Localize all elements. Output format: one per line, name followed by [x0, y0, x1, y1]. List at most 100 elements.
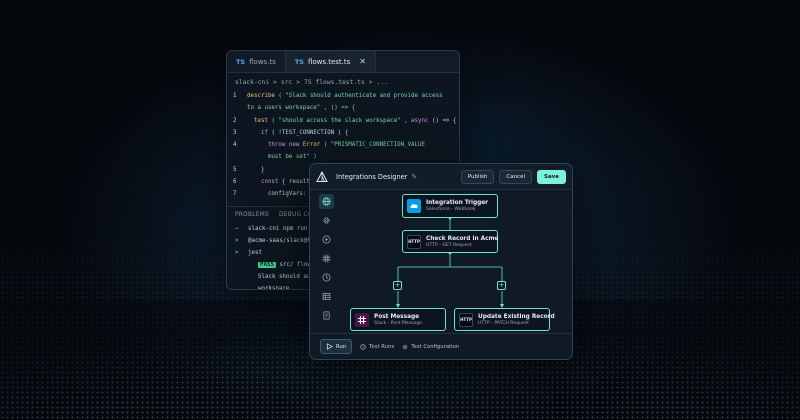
code-token: configVars: {	[247, 191, 314, 198]
node-title: Check Record in Acme	[426, 235, 499, 242]
node-post-message[interactable]: Post Message Slack - Post Message	[350, 308, 446, 331]
breadcrumb: slack-cni > src > TS flows.test.ts > ...	[227, 73, 459, 90]
save-button[interactable]: Save	[537, 169, 566, 184]
integrations-designer-window: Integrations Designer ✎ Publish Cancel S…	[309, 163, 573, 360]
tab-flows-test-ts[interactable]: TS flows.test.ts ✕	[284, 51, 376, 72]
salesforce-icon	[407, 199, 421, 213]
code-token: ( !TEST_CONNECTION ) {	[267, 129, 349, 136]
http-icon: HTTP	[459, 312, 473, 327]
cancel-button[interactable]: Cancel	[499, 169, 532, 184]
http-icon: HTTP	[407, 234, 421, 249]
editor-tabs: TS flows.ts TS flows.test.ts ✕	[227, 51, 459, 73]
code-token: ( "should access the slack workspace" ,	[267, 117, 412, 124]
prompt-arrow-icon	[235, 283, 243, 289]
node-title: Integration Trigger	[426, 200, 489, 206]
code-token: to a users workspace" , () => {	[247, 105, 356, 112]
code-token: () => {	[428, 117, 457, 124]
gear-icon[interactable]	[319, 213, 334, 228]
test-runs-label: Test Runs	[369, 343, 395, 350]
node-subtitle: Salesforce - Webhook	[426, 207, 476, 212]
pencil-icon[interactable]: ✎	[411, 173, 417, 181]
tab-label: flows.ts	[249, 57, 276, 66]
line-number	[233, 151, 247, 163]
header-actions: Publish Cancel Save	[460, 169, 566, 184]
prompt-arrow-icon: →	[235, 225, 239, 232]
line-number: 4	[233, 142, 237, 149]
breadcrumb-separator: >	[273, 79, 277, 86]
line-number: 3	[233, 129, 237, 136]
add-step-plus-icon[interactable]: +	[497, 281, 506, 290]
close-icon[interactable]: ✕	[359, 57, 366, 66]
breadcrumb-item[interactable]: ...	[377, 79, 388, 86]
node-update-record[interactable]: HTTP Update Existing Record HTTP - PATCH…	[454, 308, 555, 331]
code-token: must be set" )	[247, 154, 317, 161]
breadcrumb-item[interactable]: slack-cni	[235, 79, 269, 86]
prompt-arrow-icon	[235, 271, 243, 283]
terminal-text: @acme-saas/slack@0	[248, 237, 311, 244]
test-configuration-label: Test Configuration	[411, 343, 460, 350]
code-line: 2 test ( "should access the slack worksp…	[233, 115, 456, 127]
node-text: Update Existing Record HTTP - PATCH Requ…	[478, 314, 555, 326]
node-title: Post Message	[374, 313, 420, 320]
run-button[interactable]: Run	[320, 339, 353, 354]
code-token: async	[411, 117, 429, 124]
test-configuration-link[interactable]: Test Configuration	[402, 344, 459, 350]
node-check-record[interactable]: HTTP Check Record in Acme HTTP - GET Req…	[402, 230, 499, 253]
prismatic-logo-icon	[316, 170, 328, 182]
designer-title: Integrations Designer	[336, 172, 408, 181]
designer-footer: Run Test Runs Test Configuration	[310, 333, 572, 359]
tab-label: flows.test.ts	[307, 57, 351, 66]
code-line: 4 throw new Error ( "PRISMATIC_CONNECTIO…	[233, 139, 453, 151]
node-subtitle: HTTP - PATCH Request	[478, 320, 529, 326]
code-line: must be set" )	[233, 151, 453, 163]
code-token: throw new	[247, 142, 300, 149]
run-label: Run	[336, 343, 347, 350]
terminal-text: slack-cni npm run	[248, 225, 308, 232]
terminal-text-group: jest	[248, 247, 262, 259]
node-title: Update Existing Record	[478, 313, 555, 320]
tab-flows-ts[interactable]: TS flows.ts	[227, 51, 285, 72]
node-integration-trigger[interactable]: Integration Trigger Salesforce - Webhook	[402, 194, 498, 218]
code-token: }	[247, 166, 265, 173]
slack-icon[interactable]	[319, 251, 334, 266]
play-circle-icon[interactable]	[319, 232, 334, 247]
table-icon[interactable]	[319, 289, 334, 304]
prompt-arrow-icon: >	[235, 237, 239, 244]
globe-icon[interactable]	[319, 194, 334, 209]
code-token: Error	[299, 142, 321, 149]
line-number: 6	[233, 179, 237, 186]
code-line: to a users workspace" , () => {	[233, 102, 453, 114]
designer-sidebar	[318, 192, 335, 323]
node-text: Integration Trigger Salesforce - Webhook	[426, 200, 488, 212]
line-number: 7	[233, 191, 237, 198]
add-step-plus-icon[interactable]: +	[393, 281, 402, 290]
typescript-icon: TS	[236, 57, 246, 66]
publish-button[interactable]: Publish	[460, 169, 495, 184]
prompt-arrow-icon	[235, 259, 243, 271]
gear-icon	[402, 344, 408, 349]
line-number	[233, 102, 247, 114]
terminal-text: workspace	[258, 285, 290, 290]
breadcrumb-item[interactable]: src	[281, 79, 292, 86]
prompt-arrow-icon: >	[235, 249, 239, 256]
code-token: ( "PRISMATIC_CONNECTION_VALUE	[320, 142, 426, 149]
node-subtitle: HTTP - GET Request	[426, 242, 472, 248]
pass-badge: PASS	[258, 261, 276, 268]
node-subtitle: Slack - Post Message	[374, 320, 422, 326]
test-runs-link[interactable]: Test Runs	[360, 344, 394, 350]
slack-icon	[355, 312, 369, 327]
code-token: if	[247, 129, 268, 136]
tab-problems[interactable]: PROBLEMS	[235, 212, 269, 218]
code-token: const	[247, 179, 279, 186]
flow-canvas[interactable]: Integration Trigger Salesforce - Webhook…	[340, 191, 572, 333]
code-line: 3 if ( !TEST_CONNECTION ) {	[233, 127, 453, 139]
code-line: 1 describe ( "Slack should authenticate a…	[233, 90, 453, 102]
code-token: describe	[247, 93, 275, 99]
breadcrumb-item[interactable]: TS flows.test.ts	[304, 79, 365, 86]
node-text: Check Record in Acme HTTP - GET Request	[426, 236, 499, 248]
play-icon	[326, 343, 333, 350]
typescript-icon: TS	[294, 57, 304, 66]
document-icon[interactable]	[319, 308, 334, 323]
clock-icon[interactable]	[319, 270, 334, 285]
code-token: test	[247, 117, 268, 124]
